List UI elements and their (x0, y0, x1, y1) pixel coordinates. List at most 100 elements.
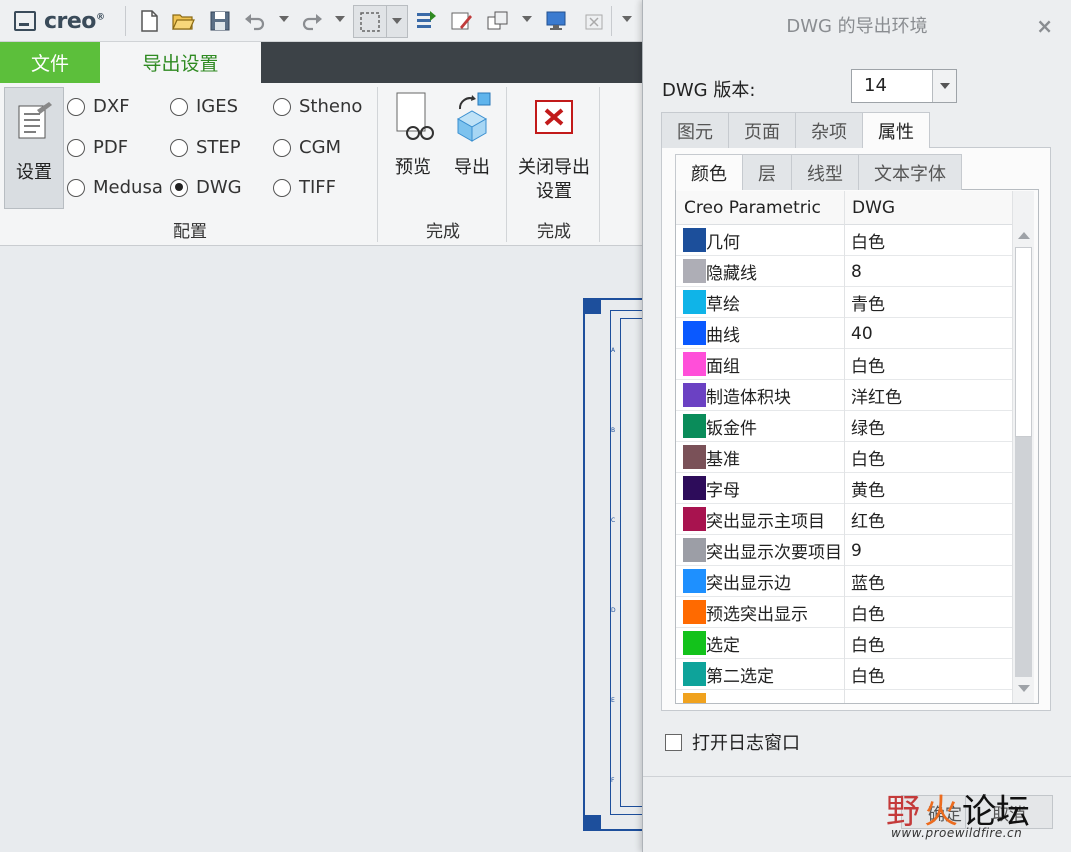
windows-dropdown-icon[interactable] (522, 16, 532, 22)
dwg-color-value[interactable]: 蓝色 (844, 566, 885, 597)
radio-pdf-dot[interactable] (67, 138, 85, 157)
radio-cgm-dot[interactable] (273, 138, 291, 157)
open-log-checkbox[interactable]: 打开日志窗口 (665, 729, 800, 755)
undo-dropdown-icon[interactable] (279, 16, 289, 22)
radio-iges[interactable]: IGES (170, 96, 238, 117)
table-row[interactable]: 几何 白色 (676, 225, 1012, 256)
selection-dropdown-icon[interactable] (392, 18, 402, 24)
dwg-color-value[interactable]: 洋红色 (844, 380, 902, 411)
radio-pdf[interactable]: PDF (67, 137, 128, 158)
color-swatch (683, 631, 706, 655)
customize-toolbar-icon[interactable] (622, 16, 632, 22)
table-row[interactable]: 草绘 青色 (676, 287, 1012, 318)
tab-page[interactable]: 页面 (728, 112, 796, 148)
close-window-icon[interactable] (583, 9, 607, 33)
dwg-color-value[interactable]: 40 (844, 318, 873, 349)
table-row[interactable]: 曲线 40 (676, 318, 1012, 349)
color-swatch (683, 228, 706, 252)
table-row[interactable]: 突出显示主项目 红色 (676, 504, 1012, 535)
table-row[interactable]: 隐藏线 8 (676, 256, 1012, 287)
radio-medusa[interactable]: Medusa (67, 177, 163, 198)
dwg-color-value[interactable]: 绿色 (844, 411, 885, 442)
watermark-url: www.proewildfire.cn (891, 826, 1023, 840)
checkbox-box[interactable] (665, 733, 682, 751)
table-row[interactable] (676, 690, 1012, 703)
table-scrollbar[interactable] (1012, 191, 1034, 703)
dwg-color-value[interactable]: 青色 (844, 287, 885, 318)
scroll-thumb[interactable] (1015, 247, 1032, 437)
edit-drawing-icon[interactable] (450, 9, 474, 33)
preview-glasses-icon (396, 92, 434, 140)
radio-tiff[interactable]: TIFF (273, 177, 336, 198)
radio-cgm[interactable]: CGM (273, 137, 341, 158)
table-row[interactable]: 突出显示边 蓝色 (676, 566, 1012, 597)
undo-icon[interactable] (243, 9, 267, 33)
radio-dwg-dot-selected[interactable] (170, 178, 188, 197)
redo-dropdown-icon[interactable] (335, 16, 345, 22)
save-icon[interactable] (208, 9, 232, 33)
dwg-color-value[interactable]: 8 (844, 256, 862, 287)
radio-stheno-dot[interactable] (273, 97, 291, 116)
export-button[interactable]: 导出 (446, 91, 498, 180)
close-icon[interactable]: × (1036, 14, 1053, 38)
dwg-color-value[interactable]: 黄色 (844, 473, 885, 504)
dwg-version-select[interactable]: 14 (851, 69, 957, 103)
open-folder-icon[interactable] (171, 9, 195, 33)
radio-stheno[interactable]: Stheno (273, 96, 362, 117)
selection-box-button[interactable] (353, 5, 408, 38)
creo-item-name: 制造体积块 (706, 388, 791, 408)
table-row[interactable]: 面组 白色 (676, 349, 1012, 380)
radio-medusa-dot[interactable] (67, 178, 85, 197)
subtab-layer[interactable]: 层 (742, 154, 792, 190)
scroll-down-icon[interactable] (1018, 685, 1030, 692)
windows-icon[interactable] (486, 9, 510, 33)
scroll-up-icon[interactable] (1018, 232, 1030, 239)
radio-iges-label: IGES (196, 96, 239, 117)
table-row[interactable]: 预选突出显示 白色 (676, 597, 1012, 628)
column-header-dwg[interactable]: DWG (844, 191, 1012, 225)
table-row[interactable]: 第二选定 白色 (676, 659, 1012, 690)
scroll-track[interactable] (1015, 437, 1032, 677)
tab-entities[interactable]: 图元 (661, 112, 729, 148)
table-row[interactable]: 制造体积块 洋红色 (676, 380, 1012, 411)
redo-icon[interactable] (300, 9, 324, 33)
tab-properties[interactable]: 属性 (862, 112, 930, 148)
table-row[interactable]: 钣金件 绿色 (676, 411, 1012, 442)
subtab-color[interactable]: 颜色 (675, 154, 743, 190)
preview-button[interactable]: 预览 (386, 91, 440, 180)
dwg-color-value[interactable]: 9 (844, 535, 862, 566)
display-settings-icon[interactable] (545, 9, 569, 33)
settings-button[interactable]: 设置 (4, 87, 64, 209)
tab-misc[interactable]: 杂项 (795, 112, 863, 148)
close-export-settings-button[interactable]: 关闭导出 设置 (512, 91, 596, 204)
regenerate-icon[interactable] (414, 9, 438, 33)
table-row[interactable]: 选定 白色 (676, 628, 1012, 659)
dwg-color-value[interactable]: 白色 (844, 597, 885, 628)
column-header-creo[interactable]: Creo Parametric (676, 191, 844, 225)
dwg-color-value[interactable]: 白色 (844, 225, 885, 256)
new-file-icon[interactable] (137, 9, 161, 33)
tab-export-settings[interactable]: 导出设置 (100, 42, 261, 83)
dwg-color-value[interactable]: 白色 (844, 349, 885, 380)
subtab-linetype[interactable]: 线型 (791, 154, 859, 190)
dwg-color-value[interactable] (844, 690, 851, 703)
radio-tiff-dot[interactable] (273, 178, 291, 197)
table-row[interactable]: 字母 黄色 (676, 473, 1012, 504)
radio-dxf-dot[interactable] (67, 97, 85, 116)
table-row[interactable]: 突出显示次要项目 9 (676, 535, 1012, 566)
subtab-text-font[interactable]: 文本字体 (858, 154, 962, 190)
radio-dxf[interactable]: DXF (67, 96, 130, 117)
dwg-color-value[interactable]: 白色 (844, 442, 885, 473)
creo-item-name: 曲线 (706, 326, 740, 346)
radio-iges-dot[interactable] (170, 97, 188, 116)
radio-step-dot[interactable] (170, 138, 188, 157)
dwg-color-value[interactable]: 白色 (844, 659, 885, 690)
table-row[interactable]: 基准 白色 (676, 442, 1012, 473)
dwg-color-value[interactable]: 红色 (844, 504, 885, 535)
dwg-color-value[interactable]: 白色 (844, 628, 885, 659)
chevron-down-icon[interactable] (932, 70, 956, 102)
radio-dwg[interactable]: DWG (170, 177, 242, 198)
drawing-canvas[interactable]: A B C D E F (0, 247, 645, 852)
tab-file[interactable]: 文件 (0, 42, 100, 83)
radio-step[interactable]: STEP (170, 137, 241, 158)
